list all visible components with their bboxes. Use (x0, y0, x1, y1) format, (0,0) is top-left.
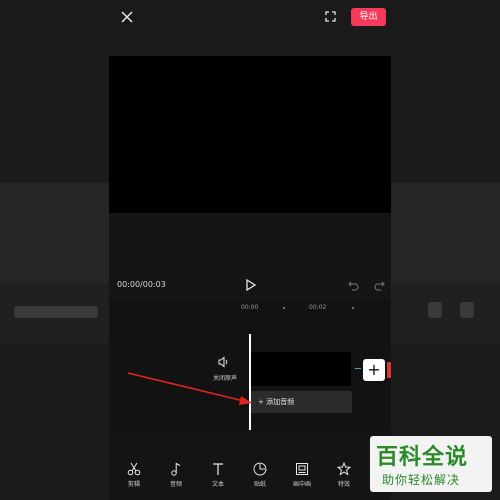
annotation-arrow (127, 372, 252, 405)
watermark-title: 百科全说 (376, 445, 469, 470)
watermark-logo: 百科全说 助你轻松解决 (370, 436, 492, 492)
watermark-subtitle: 助你轻松解决 (382, 473, 461, 487)
